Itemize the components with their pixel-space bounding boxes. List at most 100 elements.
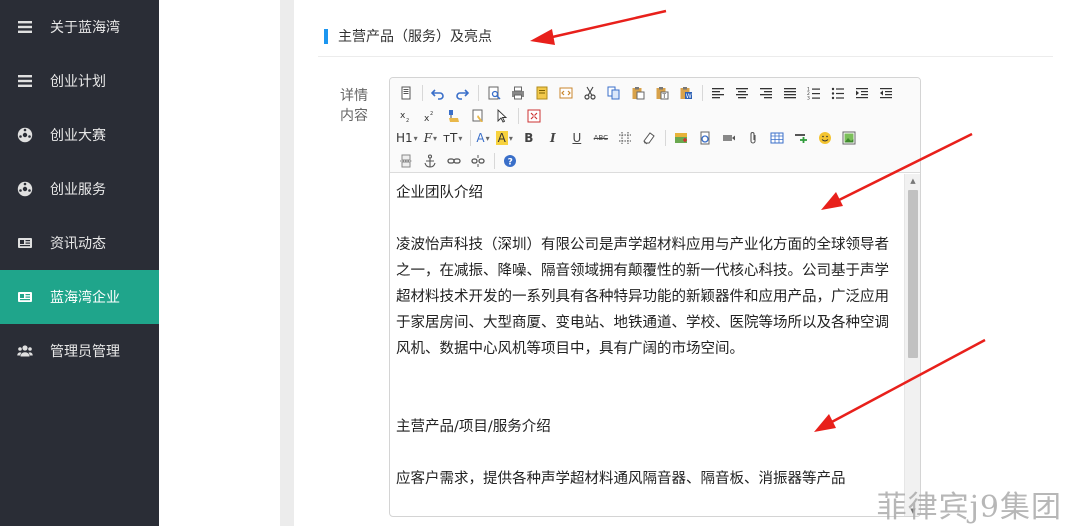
- insert-image-icon[interactable]: [671, 128, 691, 148]
- preview-icon[interactable]: [484, 83, 504, 103]
- superscript-icon[interactable]: x2: [420, 106, 440, 126]
- watermark: 菲律宾j9集团: [876, 490, 1062, 525]
- toolbar-divider: [702, 85, 703, 102]
- sidebar-item-label: 创业大赛: [50, 128, 106, 144]
- scroll-up-arrow-icon[interactable]: ▲: [905, 174, 920, 188]
- newspaper-icon: [16, 288, 34, 306]
- toolbar-divider: [664, 130, 666, 147]
- sidebar-item-admins[interactable]: 管理员管理: [0, 324, 159, 378]
- highlight-dropdown[interactable]: A ▾: [495, 128, 513, 148]
- paste-icon[interactable]: [628, 83, 648, 103]
- caret-down-icon: ▾: [485, 133, 490, 143]
- source-icon[interactable]: [396, 83, 416, 103]
- fullscreen-icon[interactable]: [524, 106, 544, 126]
- outdent-icon[interactable]: [876, 83, 896, 103]
- page-break-icon[interactable]: [396, 151, 416, 171]
- section-accent-bar: [324, 28, 328, 44]
- soccer-ball-icon: [16, 126, 34, 144]
- section-header: 主营产品（服务）及亮点: [324, 26, 492, 46]
- subscript-icon[interactable]: x2: [396, 106, 416, 126]
- section-title: 主营产品（服务）及亮点: [338, 29, 492, 45]
- sidebar-item-companies[interactable]: 蓝海湾企业: [0, 270, 159, 324]
- paste-word-icon[interactable]: W: [676, 83, 696, 103]
- align-right-icon[interactable]: [756, 83, 776, 103]
- editor-content[interactable]: 企业团队介绍 凌波怡声科技（深圳）有限公司是声学超材料应用与产业化方面的全球领导…: [390, 174, 904, 516]
- code-icon[interactable]: [556, 83, 576, 103]
- sidebar-item-label: 管理员管理: [50, 344, 120, 360]
- table-border-icon[interactable]: [615, 128, 635, 148]
- insert-row-icon[interactable]: [791, 128, 811, 148]
- font-size-dropdown-label: тT: [443, 131, 458, 146]
- sidebar-item-label: 关于蓝海湾: [50, 20, 120, 36]
- caret-down-icon: ▾: [458, 133, 463, 143]
- svg-text:T: T: [661, 93, 666, 100]
- align-center-icon[interactable]: [732, 83, 752, 103]
- indent-icon[interactable]: [852, 83, 872, 103]
- eraser-icon[interactable]: [639, 128, 659, 148]
- text-color-dropdown[interactable]: A ▾: [476, 128, 489, 148]
- sidebar-item-label: 资讯动态: [50, 236, 106, 252]
- insert-table-icon[interactable]: [767, 128, 787, 148]
- bold-button[interactable]: B: [519, 128, 539, 148]
- rich-text-editor[interactable]: T W 123 x2 x2 H1 ▾ F ▾ тT ▾ A ▾ A ▾ B I …: [389, 77, 921, 517]
- sidebar-item-label: 创业服务: [50, 182, 106, 198]
- field-label-details: 详情内容: [340, 88, 368, 124]
- clear-format-icon[interactable]: [468, 106, 488, 126]
- print-icon[interactable]: [508, 83, 528, 103]
- ordered-list-icon[interactable]: 123: [804, 83, 824, 103]
- users-icon: [16, 342, 34, 360]
- caret-down-icon: ▾: [413, 133, 418, 143]
- insert-attachment-icon[interactable]: [695, 128, 715, 148]
- editor-toolbar: T W 123 x2 x2 H1 ▾ F ▾ тT ▾ A ▾ A ▾ B I …: [390, 78, 920, 173]
- unordered-list-icon[interactable]: [828, 83, 848, 103]
- content-paragraph-products: 应客户需求，提供各种声学超材料通风隔音器、隔音板、消振器等产品: [396, 471, 846, 487]
- align-justify-icon[interactable]: [780, 83, 800, 103]
- undo-icon[interactable]: [428, 83, 448, 103]
- sidebar-item-label: 创业计划: [50, 74, 106, 90]
- heading-dropdown-label: H1: [396, 131, 413, 146]
- toolbar-divider: [470, 130, 472, 147]
- strikethrough-button[interactable]: ABC: [591, 128, 611, 148]
- editor-scrollbar[interactable]: ▲ ▼: [904, 174, 920, 516]
- format-brush-icon[interactable]: [444, 106, 464, 126]
- image-gallery-icon[interactable]: [839, 128, 859, 148]
- section-divider: [318, 56, 1053, 57]
- emoji-icon[interactable]: [815, 128, 835, 148]
- svg-text:W: W: [686, 93, 692, 100]
- align-left-icon[interactable]: [708, 83, 728, 103]
- select-all-icon[interactable]: [492, 106, 512, 126]
- sidebar-item-about[interactable]: 关于蓝海湾: [0, 0, 159, 54]
- soccer-ball-icon: [16, 180, 34, 198]
- cut-icon[interactable]: [580, 83, 600, 103]
- toolbar-divider: [494, 152, 495, 169]
- svg-text:2: 2: [406, 118, 409, 123]
- anchor-icon[interactable]: [420, 151, 440, 171]
- heading-dropdown[interactable]: H1 ▾: [396, 128, 418, 148]
- insert-video-icon[interactable]: [719, 128, 739, 148]
- caret-down-icon: ▾: [508, 133, 513, 143]
- sidebar: 关于蓝海湾 创业计划 创业大赛 创业服务 资讯动态 蓝海湾企业 管理员管理: [0, 0, 159, 526]
- paste-text-icon[interactable]: T: [652, 83, 672, 103]
- underline-button[interactable]: U: [567, 128, 587, 148]
- sidebar-item-plan[interactable]: 创业计划: [0, 54, 159, 108]
- font-family-dropdown[interactable]: F ▾: [424, 128, 437, 148]
- list-icon: [16, 72, 34, 90]
- sidebar-item-contest[interactable]: 创业大赛: [0, 108, 159, 162]
- toolbar-divider: [518, 107, 519, 124]
- link-icon[interactable]: [444, 151, 464, 171]
- svg-text:3: 3: [807, 96, 810, 101]
- template-icon[interactable]: [532, 83, 552, 103]
- paperclip-icon[interactable]: [743, 128, 763, 148]
- content-heading-team: 企业团队介绍: [396, 185, 483, 201]
- help-icon[interactable]: ?: [500, 151, 520, 171]
- font-size-dropdown[interactable]: тT ▾: [443, 128, 462, 148]
- italic-button[interactable]: I: [543, 128, 563, 148]
- content-paragraph-company: 凌波怡声科技（深圳）有限公司是声学超材料应用与产业化方面的全球领导者之一，在减振…: [396, 237, 889, 357]
- unlink-icon[interactable]: [468, 151, 488, 171]
- sidebar-item-news[interactable]: 资讯动态: [0, 216, 159, 270]
- copy-icon[interactable]: [604, 83, 624, 103]
- redo-icon[interactable]: [452, 83, 472, 103]
- sidebar-item-services[interactable]: 创业服务: [0, 162, 159, 216]
- scroll-thumb[interactable]: [908, 190, 918, 358]
